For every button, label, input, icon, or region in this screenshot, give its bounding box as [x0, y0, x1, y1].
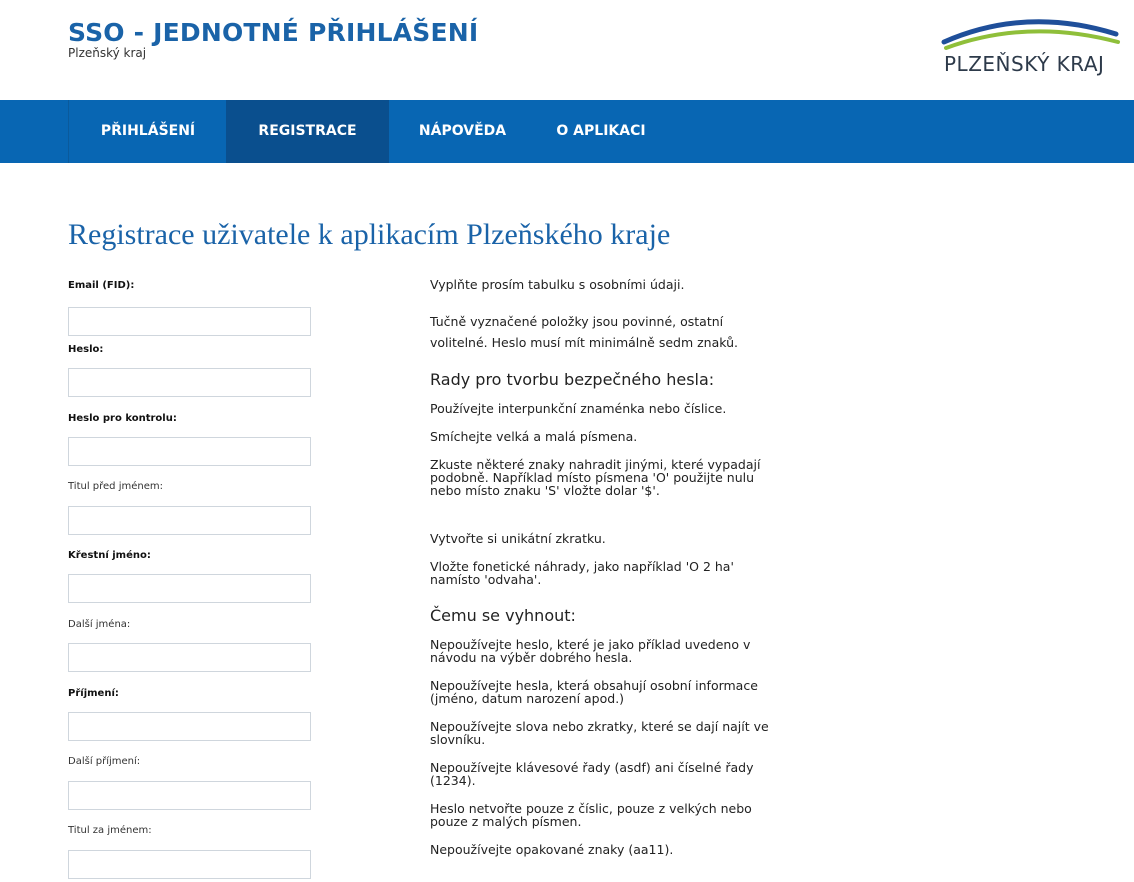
email-field[interactable] [68, 307, 311, 336]
logo-text: PLZEŇSKÝ KRAJ [944, 52, 1105, 76]
tips-heading: Rady pro tvorbu bezpečného hesla: [430, 370, 715, 389]
surname-label: Příjmení: [68, 688, 119, 699]
surname-field[interactable] [68, 712, 311, 741]
title-after-field[interactable] [68, 850, 311, 879]
nav-item-o-aplikaci[interactable]: O APLIKACI [536, 100, 666, 163]
avoid-item: Nepoužívejte slova nebo zkratky, které s… [430, 719, 769, 747]
tip-item: Používejte interpunkční znaménka nebo čí… [430, 401, 727, 416]
password-confirm-label: Heslo pro kontrolu: [68, 413, 177, 424]
nav-item-prihlaseni[interactable]: PŘIHLÁŠENÍ [68, 100, 227, 163]
nav-item-napoveda[interactable]: NÁPOVĚDA [389, 100, 536, 163]
avoid-item: Nepoužívejte klávesové řady (asdf) ani č… [430, 760, 754, 788]
main-navigation: PŘIHLÁŠENÍ REGISTRACE NÁPOVĚDA O APLIKAC… [0, 100, 1134, 163]
tip-item: Vložte fonetické náhrady, jako například… [430, 559, 734, 587]
avoid-item: Nepoužívejte opakované znaky (aa11). [430, 842, 674, 857]
password-field[interactable] [68, 368, 311, 397]
page-title: Registrace uživatele k aplikacím Plzeňsk… [68, 218, 671, 251]
required-note: Tučně vyznačené položky jsou povinné, os… [430, 314, 739, 350]
middle-names-label: Další jména: [68, 619, 131, 630]
tip-item: Vytvořte si unikátní zkratku. [430, 531, 606, 546]
header: SSO - JEDNOTNÉ PŘIHLÁŠENÍ Plzeňský kraj … [0, 0, 1134, 100]
title-before-label: Titul před jménem: [68, 481, 163, 492]
first-name-field[interactable] [68, 574, 311, 603]
tip-item: Zkuste některé znaky nahradit jinými, kt… [430, 457, 761, 498]
logo-swoosh-icon [941, 19, 1120, 50]
first-name-label: Křestní jméno: [68, 550, 151, 561]
avoid-heading: Čemu se vyhnout: [430, 606, 576, 625]
tip-item: Smíchejte velká a malá písmena. [430, 429, 638, 444]
avoid-item: Nepoužívejte hesla, která obsahují osobn… [430, 678, 758, 706]
email-label: Email (FID): [68, 280, 135, 291]
other-surnames-label: Další příjmení: [68, 756, 141, 767]
app-title: SSO - JEDNOTNÉ PŘIHLÁŠENÍ [68, 18, 479, 47]
other-surnames-field[interactable] [68, 781, 311, 810]
password-label: Heslo: [68, 344, 104, 355]
nav-item-registrace[interactable]: REGISTRACE [226, 100, 389, 163]
title-after-label: Titul za jménem: [68, 825, 152, 836]
title-before-field[interactable] [68, 506, 311, 535]
intro-text: Vyplňte prosím tabulku s osobními údaji. [430, 277, 685, 292]
middle-names-field[interactable] [68, 643, 311, 672]
plzensky-kraj-logo[interactable]: PLZEŇSKÝ KRAJ [936, 12, 1122, 78]
avoid-item: Nepoužívejte heslo, které je jako příkla… [430, 637, 751, 665]
password-confirm-field[interactable] [68, 437, 311, 466]
avoid-item: Heslo netvořte pouze z číslic, pouze z v… [430, 801, 752, 829]
app-subtitle: Plzeňský kraj [68, 46, 147, 60]
